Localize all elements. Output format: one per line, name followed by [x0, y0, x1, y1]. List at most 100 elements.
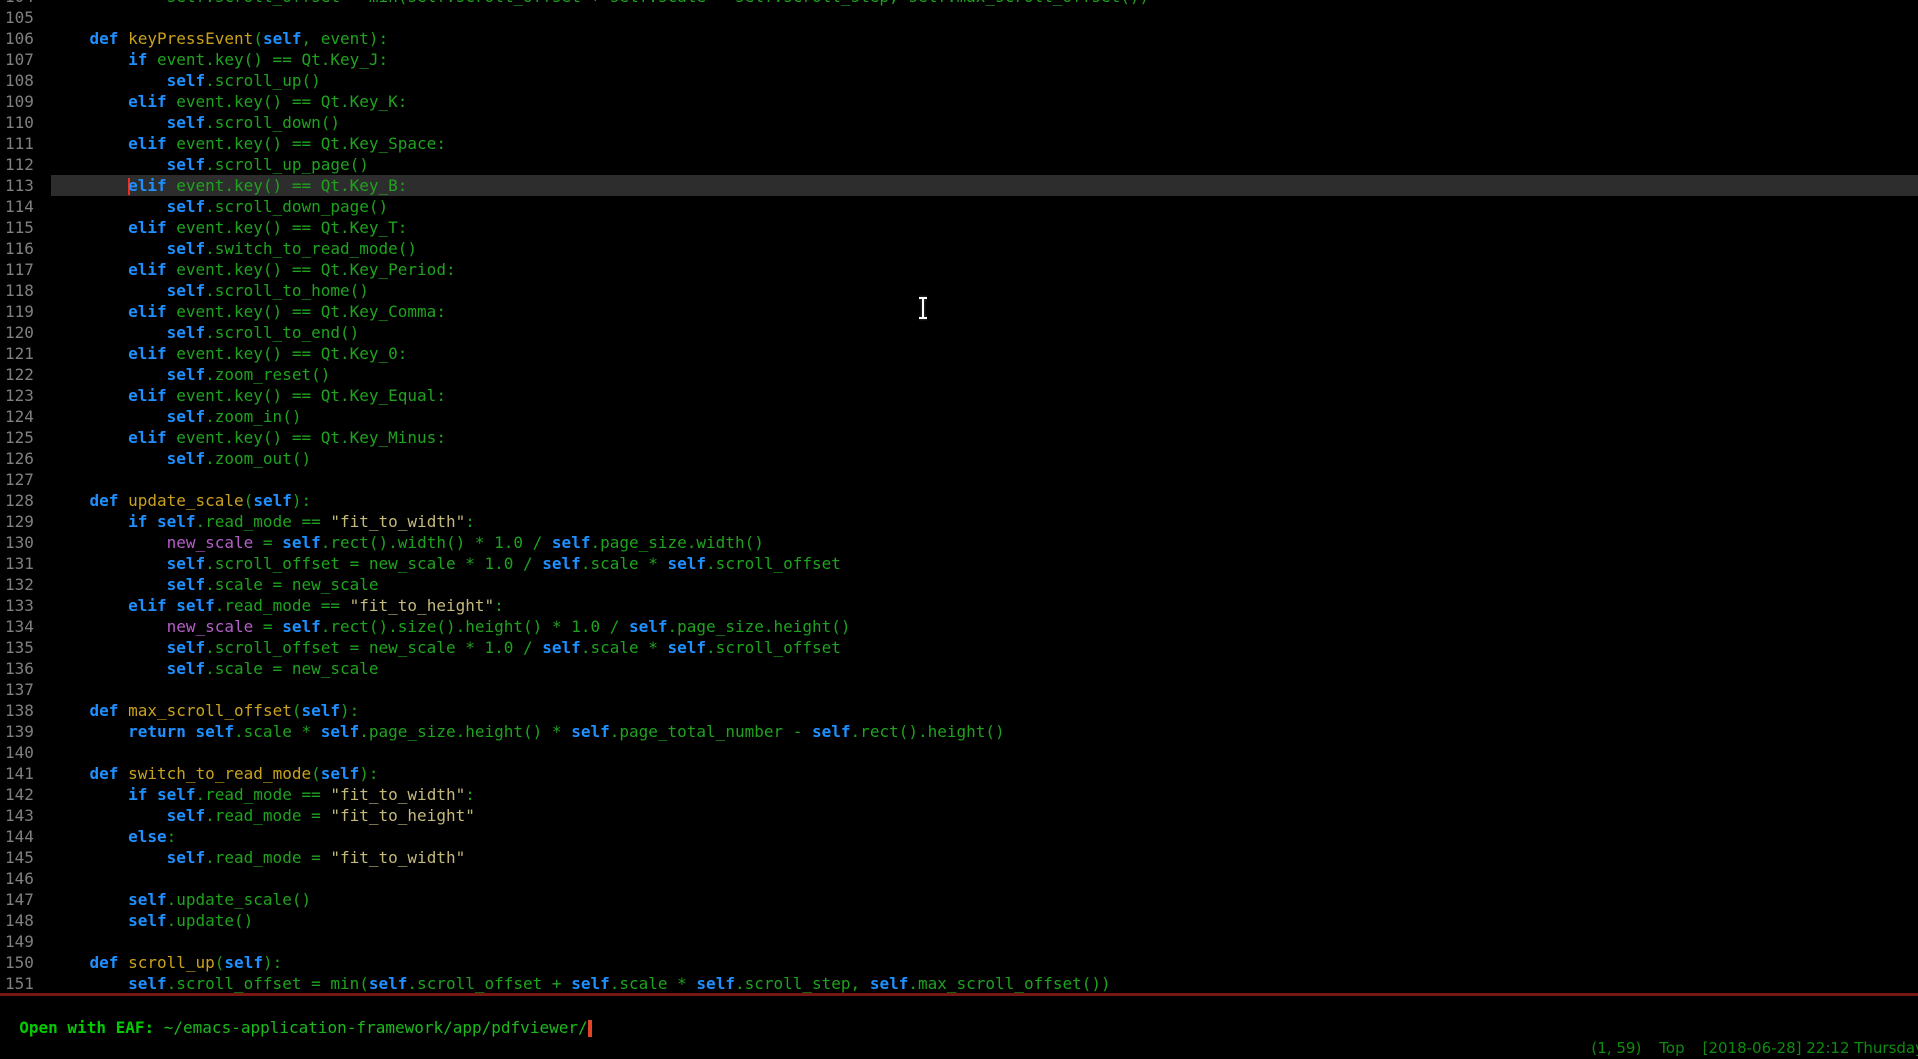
code-line-text[interactable]: return self.scale * self.page_size.heigh… — [51, 721, 1918, 742]
code-line-text[interactable]: self.switch_to_read_mode() — [51, 238, 1918, 259]
code-line-text[interactable] — [51, 679, 1918, 700]
code-line-text[interactable]: def max_scroll_offset(self): — [51, 700, 1918, 721]
code-line-text[interactable]: elif event.key() == Qt.Key_Minus: — [51, 427, 1918, 448]
code-line-text[interactable]: if event.key() == Qt.Key_J: — [51, 49, 1918, 70]
code-line-text[interactable]: elif event.key() == Qt.Key_Comma: — [51, 301, 1918, 322]
code-line-132[interactable]: 132 self.scale = new_scale — [0, 574, 1918, 595]
code-line-137[interactable]: 137 — [0, 679, 1918, 700]
code-line-110[interactable]: 110 self.scroll_down() — [0, 112, 1918, 133]
code-line-122[interactable]: 122 self.zoom_reset() — [0, 364, 1918, 385]
code-line-105[interactable]: 105 — [0, 7, 1918, 28]
code-line-117[interactable]: 117 elif event.key() == Qt.Key_Period: — [0, 259, 1918, 280]
code-line-text[interactable]: self.scroll_up() — [51, 70, 1918, 91]
code-line-145[interactable]: 145 self.read_mode = "fit_to_width" — [0, 847, 1918, 868]
code-line-148[interactable]: 148 self.update() — [0, 910, 1918, 931]
code-line-140[interactable]: 140 — [0, 742, 1918, 763]
code-line-text[interactable]: elif event.key() == Qt.Key_Period: — [51, 259, 1918, 280]
code-token — [118, 764, 128, 783]
code-line-text[interactable]: def switch_to_read_mode(self): — [51, 763, 1918, 784]
code-line-130[interactable]: 130 new_scale = self.rect().width() * 1.… — [0, 532, 1918, 553]
code-line-131[interactable]: 131 self.scroll_offset = new_scale * 1.0… — [0, 553, 1918, 574]
code-line-text[interactable]: elif event.key() == Qt.Key_0: — [51, 343, 1918, 364]
code-line-text[interactable]: if self.read_mode == "fit_to_width": — [51, 784, 1918, 805]
code-line-text[interactable]: new_scale = self.rect().width() * 1.0 / … — [51, 532, 1918, 553]
code-line-text[interactable] — [51, 868, 1918, 889]
code-line-text[interactable] — [51, 742, 1918, 763]
code-line-text[interactable]: self.update_scale() — [51, 889, 1918, 910]
code-line-133[interactable]: 133 elif self.read_mode == "fit_to_heigh… — [0, 595, 1918, 616]
code-line-146[interactable]: 146 — [0, 868, 1918, 889]
code-line-text[interactable]: self.scroll_up_page() — [51, 154, 1918, 175]
code-line-128[interactable]: 128 def update_scale(self): — [0, 490, 1918, 511]
code-line-text[interactable]: def keyPressEvent(self, event): — [51, 28, 1918, 49]
code-line-text[interactable]: if self.read_mode == "fit_to_width": — [51, 511, 1918, 532]
code-line-118[interactable]: 118 self.scroll_to_home() — [0, 280, 1918, 301]
code-line-text[interactable] — [51, 7, 1918, 28]
code-line-text[interactable]: self.zoom_in() — [51, 406, 1918, 427]
code-line-text[interactable]: self.scroll_offset = min(self.scroll_off… — [51, 0, 1918, 7]
code-token — [51, 722, 128, 741]
code-line-text[interactable] — [51, 469, 1918, 490]
code-line-text[interactable]: self.scale = new_scale — [51, 574, 1918, 595]
code-line-141[interactable]: 141 def switch_to_read_mode(self): — [0, 763, 1918, 784]
code-line-text[interactable]: self.scroll_to_home() — [51, 280, 1918, 301]
code-line-text[interactable]: self.scroll_to_end() — [51, 322, 1918, 343]
minibuffer[interactable]: Open with EAF: ~/emacs-application-frame… — [0, 996, 1918, 1017]
minibuffer-input[interactable]: ~/emacs-application-framework/app/pdfvie… — [164, 1018, 588, 1037]
code-line-113[interactable]: 113 elif event.key() == Qt.Key_B: — [0, 175, 1918, 196]
code-line-151[interactable]: 151 self.scroll_offset = min(self.scroll… — [0, 973, 1918, 994]
code-line-111[interactable]: 111 elif event.key() == Qt.Key_Space: — [0, 133, 1918, 154]
code-line-139[interactable]: 139 return self.scale * self.page_size.h… — [0, 721, 1918, 742]
code-line-129[interactable]: 129 if self.read_mode == "fit_to_width": — [0, 511, 1918, 532]
code-line-119[interactable]: 119 elif event.key() == Qt.Key_Comma: — [0, 301, 1918, 322]
code-line-104[interactable]: 104 self.scroll_offset = min(self.scroll… — [0, 0, 1918, 7]
code-line-120[interactable]: 120 self.scroll_to_end() — [0, 322, 1918, 343]
code-line-147[interactable]: 147 self.update_scale() — [0, 889, 1918, 910]
code-line-text[interactable]: new_scale = self.rect().size().height() … — [51, 616, 1918, 637]
code-line-text[interactable]: self.read_mode = "fit_to_width" — [51, 847, 1918, 868]
code-line-143[interactable]: 143 self.read_mode = "fit_to_height" — [0, 805, 1918, 826]
code-line-109[interactable]: 109 elif event.key() == Qt.Key_K: — [0, 91, 1918, 112]
code-line-149[interactable]: 149 — [0, 931, 1918, 952]
code-line-108[interactable]: 108 self.scroll_up() — [0, 70, 1918, 91]
code-line-text[interactable] — [51, 931, 1918, 952]
code-line-107[interactable]: 107 if event.key() == Qt.Key_J: — [0, 49, 1918, 70]
code-line-text[interactable]: self.scroll_offset = new_scale * 1.0 / s… — [51, 637, 1918, 658]
code-line-125[interactable]: 125 elif event.key() == Qt.Key_Minus: — [0, 427, 1918, 448]
code-line-text[interactable]: self.zoom_reset() — [51, 364, 1918, 385]
code-line-123[interactable]: 123 elif event.key() == Qt.Key_Equal: — [0, 385, 1918, 406]
code-line-112[interactable]: 112 self.scroll_up_page() — [0, 154, 1918, 175]
code-line-text[interactable]: self.read_mode = "fit_to_height" — [51, 805, 1918, 826]
code-line-text[interactable]: elif event.key() == Qt.Key_Equal: — [51, 385, 1918, 406]
code-line-text[interactable]: def update_scale(self): — [51, 490, 1918, 511]
code-line-text[interactable]: def scroll_up(self): — [51, 952, 1918, 973]
code-line-text[interactable]: else: — [51, 826, 1918, 847]
code-line-116[interactable]: 116 self.switch_to_read_mode() — [0, 238, 1918, 259]
code-line-115[interactable]: 115 elif event.key() == Qt.Key_T: — [0, 217, 1918, 238]
code-line-text[interactable]: elif event.key() == Qt.Key_B: — [51, 175, 1918, 196]
code-line-144[interactable]: 144 else: — [0, 826, 1918, 847]
code-line-text[interactable]: elif event.key() == Qt.Key_T: — [51, 217, 1918, 238]
code-line-text[interactable]: self.update() — [51, 910, 1918, 931]
code-line-134[interactable]: 134 new_scale = self.rect().size().heigh… — [0, 616, 1918, 637]
code-line-138[interactable]: 138 def max_scroll_offset(self): — [0, 700, 1918, 721]
code-line-136[interactable]: 136 self.scale = new_scale — [0, 658, 1918, 679]
code-line-114[interactable]: 114 self.scroll_down_page() — [0, 196, 1918, 217]
code-line-text[interactable]: self.scroll_offset = new_scale * 1.0 / s… — [51, 553, 1918, 574]
code-line-126[interactable]: 126 self.zoom_out() — [0, 448, 1918, 469]
code-line-142[interactable]: 142 if self.read_mode == "fit_to_width": — [0, 784, 1918, 805]
code-line-text[interactable]: self.scroll_down() — [51, 112, 1918, 133]
code-line-text[interactable]: self.scale = new_scale — [51, 658, 1918, 679]
code-line-text[interactable]: self.zoom_out() — [51, 448, 1918, 469]
code-line-text[interactable]: self.scroll_down_page() — [51, 196, 1918, 217]
code-line-150[interactable]: 150 def scroll_up(self): — [0, 952, 1918, 973]
code-line-135[interactable]: 135 self.scroll_offset = new_scale * 1.0… — [0, 637, 1918, 658]
code-line-text[interactable]: elif self.read_mode == "fit_to_height": — [51, 595, 1918, 616]
code-line-124[interactable]: 124 self.zoom_in() — [0, 406, 1918, 427]
code-line-127[interactable]: 127 — [0, 469, 1918, 490]
code-line-text[interactable]: elif event.key() == Qt.Key_Space: — [51, 133, 1918, 154]
code-line-106[interactable]: 106 def keyPressEvent(self, event): — [0, 28, 1918, 49]
code-line-text[interactable]: self.scroll_offset = min(self.scroll_off… — [51, 973, 1918, 994]
code-line-text[interactable]: elif event.key() == Qt.Key_K: — [51, 91, 1918, 112]
code-line-121[interactable]: 121 elif event.key() == Qt.Key_0: — [0, 343, 1918, 364]
